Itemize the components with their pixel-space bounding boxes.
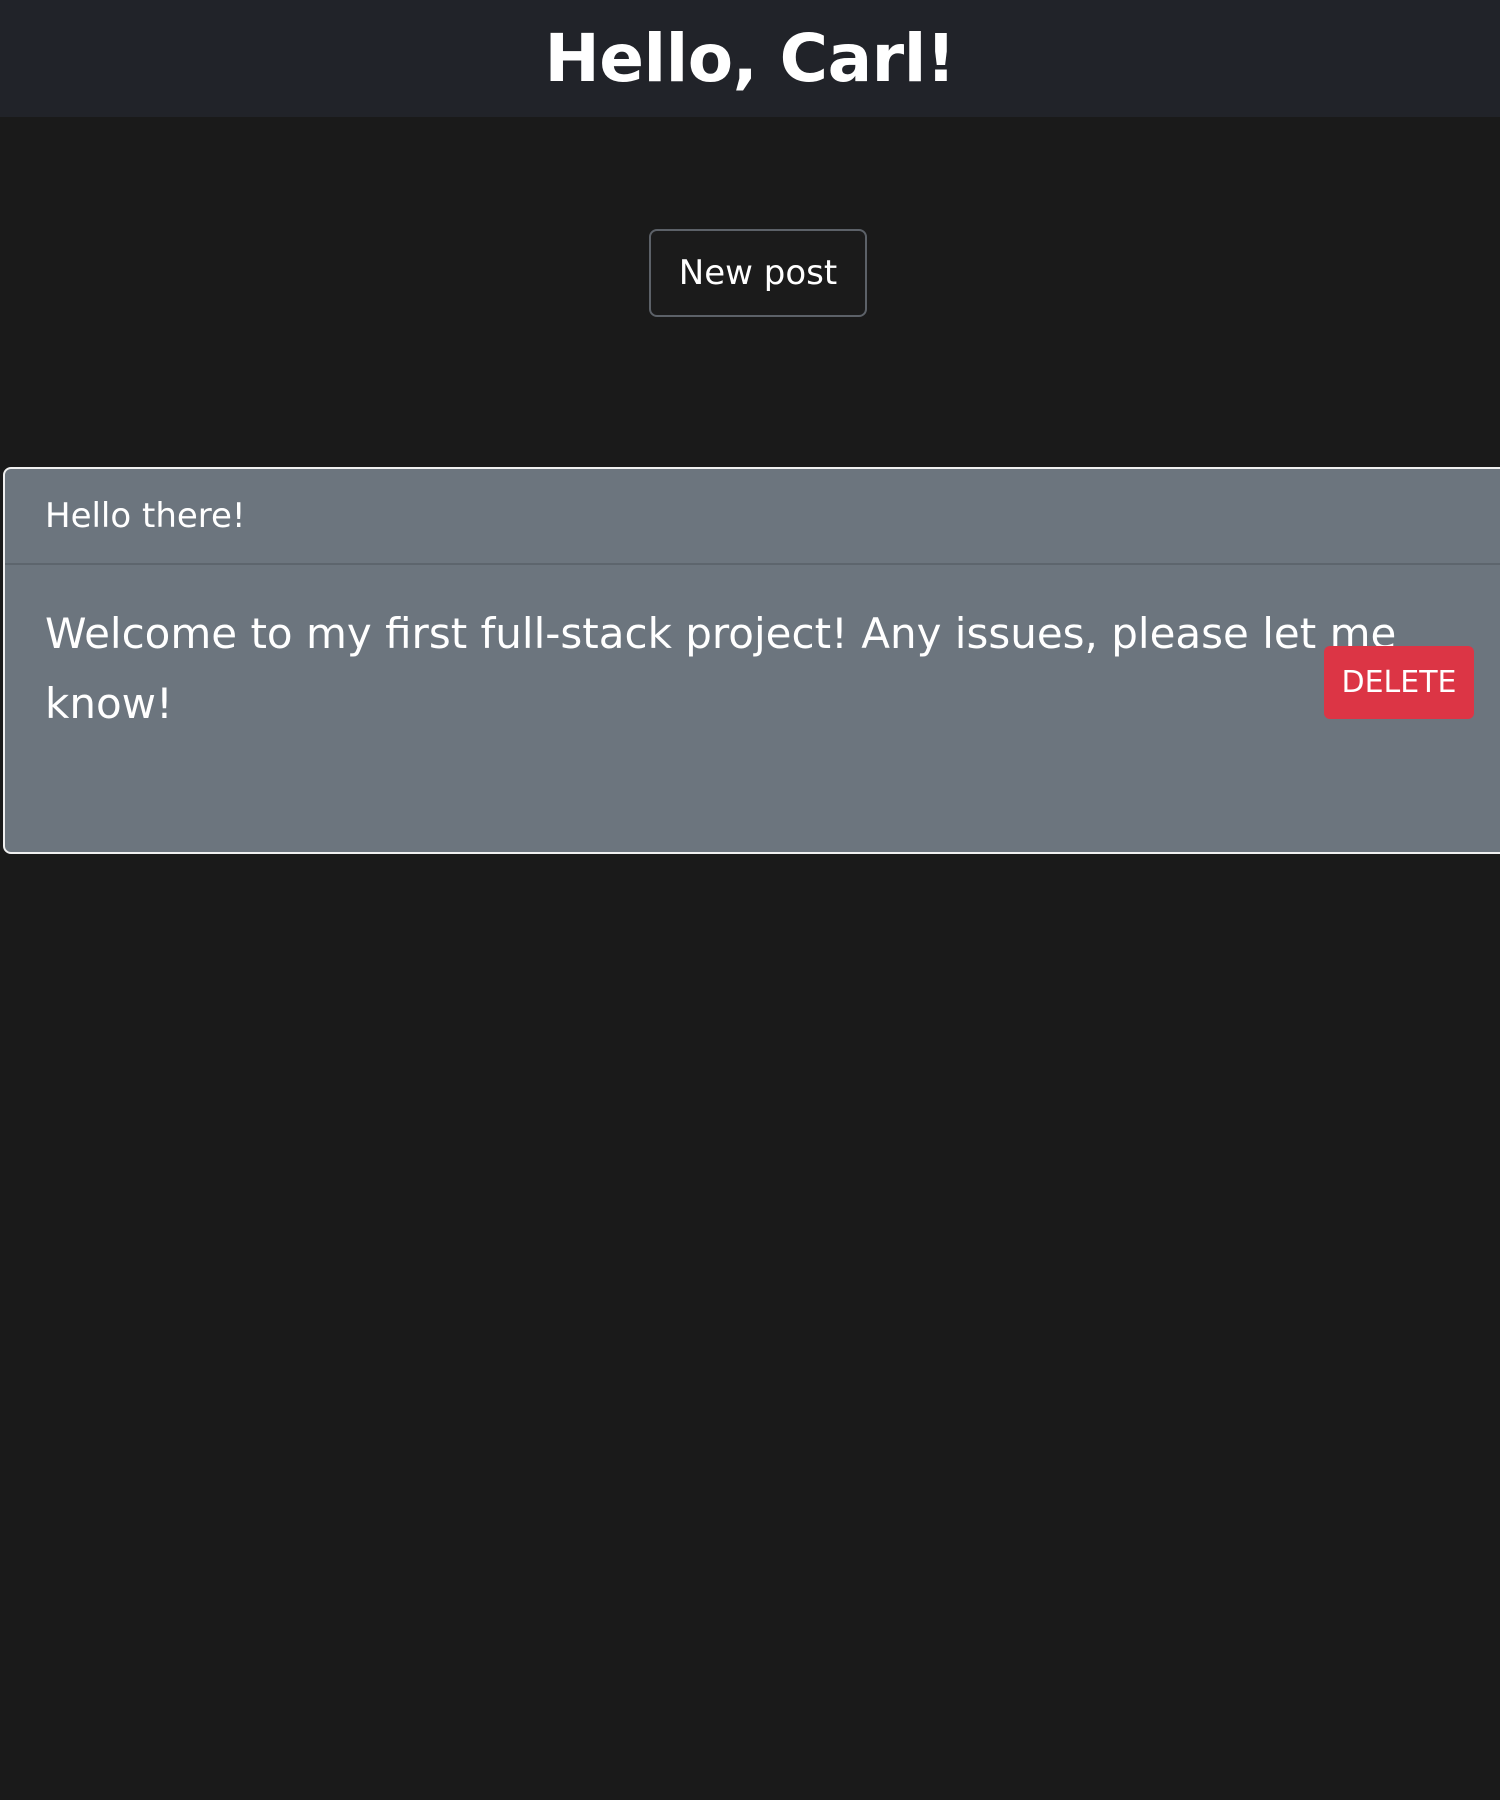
top-header-bar: Hello, Carl! — [0, 0, 1500, 117]
delete-post-button[interactable]: DELETE — [1324, 646, 1474, 719]
new-post-button[interactable]: New post — [649, 229, 867, 317]
post-title: Hello there! — [45, 496, 246, 536]
post-card-body: Welcome to my first full-stack project! … — [5, 565, 1500, 739]
post-card-header: Hello there! — [5, 469, 1500, 565]
greeting-title: Hello, Carl! — [544, 19, 956, 97]
post-body-text: Welcome to my first full-stack project! … — [45, 609, 1397, 728]
post-card: Hello there! Welcome to my first full-st… — [3, 467, 1500, 854]
